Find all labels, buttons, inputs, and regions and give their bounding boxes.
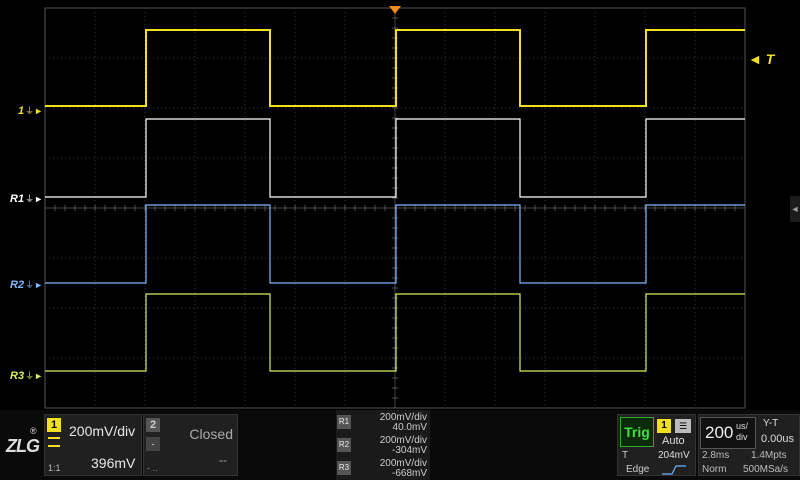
dc-coupling-icon xyxy=(48,437,60,447)
r1-info[interactable]: R1 200mV/div 40.0mV xyxy=(336,411,430,433)
ch2-coupling-icon: - xyxy=(146,437,160,451)
ch1-badge: 1 xyxy=(47,418,61,432)
side-menu-toggle[interactable]: ◄ xyxy=(790,196,800,222)
r3-ground-marker[interactable]: R3⏚► xyxy=(10,369,43,383)
waveform-display xyxy=(44,7,746,409)
ch2-offset: -- xyxy=(219,453,227,467)
timebase-value: 200 xyxy=(705,423,734,442)
ch2-badge: 2 xyxy=(146,418,160,432)
ch1-ground-marker[interactable]: 1⏚► xyxy=(18,104,43,118)
time-window: 2.8ms xyxy=(702,450,730,461)
trigger-mode: Auto xyxy=(662,435,685,447)
ch1-scale: 200mV/div xyxy=(69,423,136,439)
timebase-unit-bottom: div xyxy=(736,432,748,442)
horizontal-offset: 0.00us xyxy=(761,433,795,445)
timebase-unit-top: us/ xyxy=(736,421,749,431)
trigger-level-marker[interactable]: ◄ T xyxy=(748,51,774,67)
r2-badge: R2 xyxy=(337,438,351,452)
oscilloscope-screen: ◄ T 1⏚► R1⏚► R2⏚► R3⏚► ◄ xyxy=(0,0,800,480)
r2-ground-marker[interactable]: R2⏚► xyxy=(10,278,43,292)
ch2-state: Closed xyxy=(189,426,233,442)
r2-info[interactable]: R2 200mV/div -304mV xyxy=(336,434,430,456)
ch1-settings-panel[interactable]: 1 200mV/div 396mV 1:1 xyxy=(44,414,142,476)
r1-offset: 40.0mV xyxy=(392,422,427,433)
ch1-probe-ratio: 1:1 xyxy=(48,463,61,473)
r3-info[interactable]: R3 200mV/div -668mV xyxy=(336,457,430,479)
registered-mark: ® xyxy=(30,426,37,436)
trigger-source-badge: 1 xyxy=(657,419,671,433)
timebase-panel[interactable]: 200 us/ div Y-T 0.00us 2.8ms 1.4Mpts Nor… xyxy=(698,414,800,476)
trigger-type: Edge xyxy=(626,464,650,475)
r1-ground-marker[interactable]: R1⏚► xyxy=(10,192,43,206)
timebase-scale[interactable]: 200 us/ div xyxy=(700,417,756,449)
trigger-coupling-icon: ☰ xyxy=(675,419,691,433)
memory-depth: 1.4Mpts xyxy=(751,450,787,461)
sample-rate: 500MSa/s xyxy=(743,464,789,475)
brand-logo: ZLG xyxy=(6,436,40,456)
acquisition-mode: Norm xyxy=(702,464,727,475)
status-bar: ZLG ® 1 200mV/div 396mV 1:1 2 - Closed -… xyxy=(0,410,800,480)
r1-badge: R1 xyxy=(337,415,351,429)
trigger-panel[interactable]: Trig 1 ☰ Auto T 204mV Edge xyxy=(617,414,696,476)
r3-offset: -668mV xyxy=(391,468,427,479)
r2-offset: -304mV xyxy=(391,445,427,456)
display-mode: Y-T xyxy=(763,418,779,429)
ch2-probe-ratio: - .. xyxy=(147,463,158,473)
trigger-level: 204mV xyxy=(658,450,690,461)
trigger-position-marker[interactable] xyxy=(389,6,401,14)
r3-badge: R3 xyxy=(337,461,351,475)
reference-panel[interactable]: R1 200mV/div 40.0mV R2 200mV/div -304mV … xyxy=(336,410,430,480)
ch1-waveform xyxy=(45,29,745,107)
ch1-offset: 396mV xyxy=(91,455,136,471)
ch2-settings-panel[interactable]: 2 - Closed -- - .. xyxy=(143,414,238,476)
rising-edge-icon xyxy=(662,462,686,475)
trigger-status: Trig xyxy=(620,417,654,447)
trigger-level-label: T xyxy=(622,450,629,461)
